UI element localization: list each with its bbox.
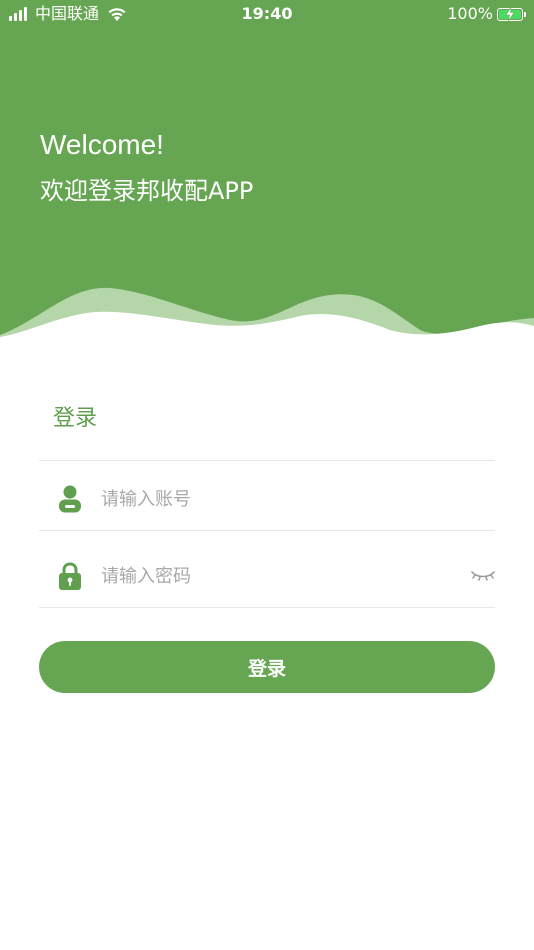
battery-charging-icon xyxy=(497,6,523,21)
eye-closed-icon[interactable] xyxy=(471,568,495,584)
status-right: 100% xyxy=(447,4,526,24)
welcome-text: Welcome! xyxy=(40,129,164,160)
subtitle-text: 欢迎登录邦收配APP xyxy=(40,177,254,205)
divider-bottom xyxy=(39,607,495,608)
battery-percent: 100% xyxy=(447,4,493,23)
password-input[interactable] xyxy=(101,556,421,596)
password-field xyxy=(39,546,495,606)
login-screen: 中国联通 19:40 100% Welcome! 欢迎登录邦收配APP 登录 请… xyxy=(0,0,534,950)
account-input[interactable] xyxy=(101,479,421,519)
divider-top xyxy=(39,460,495,461)
status-bar: 中国联通 19:40 100% xyxy=(0,0,534,28)
header-wave xyxy=(0,287,534,350)
user-icon xyxy=(57,485,83,513)
battery-tip xyxy=(524,11,526,17)
login-button[interactable]: 登录 xyxy=(39,641,495,693)
form-title: 登录 xyxy=(53,406,98,431)
lock-icon xyxy=(57,562,83,590)
account-field xyxy=(39,469,495,529)
divider-middle xyxy=(39,530,495,531)
